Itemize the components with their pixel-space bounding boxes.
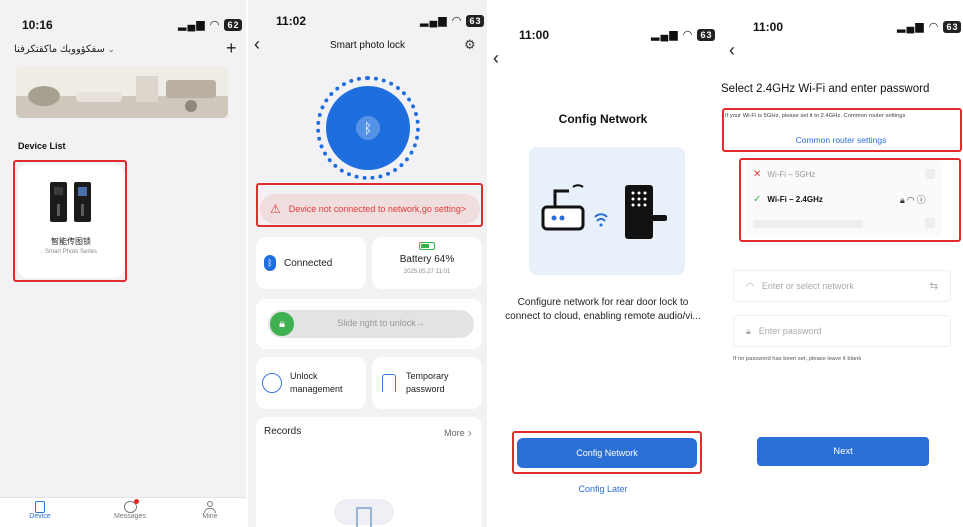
status-time: 11:02	[276, 14, 307, 28]
lock-icon: 🔒︎	[746, 325, 751, 336]
unlock-management-button[interactable]: Unlock management	[256, 357, 366, 409]
empty-records-illustration	[334, 499, 394, 527]
config-description: Configure network for rear door lock to …	[505, 297, 701, 322]
back-icon[interactable]: ‹	[493, 48, 499, 69]
banner-image	[16, 66, 228, 118]
battery-icon: 63	[697, 29, 716, 41]
signal-icon: ▂▄▆	[420, 15, 448, 27]
gear-icon[interactable]: ⚙	[464, 37, 476, 53]
bluetooth-button[interactable]: ᛒ	[326, 86, 410, 170]
wifi-select-screen: 11:00 ▂▄▆ ◠ 63 ‹ Select 2.4GHz Wi-Fi and…	[719, 0, 963, 527]
battery-date: 2025.05.27 11:01	[403, 269, 451, 275]
account-selector[interactable]: سفكۆووبك ماكقتكرفنا ⌄	[14, 44, 115, 55]
bluetooth-icon: ᛒ	[356, 116, 380, 140]
connection-status-tile: ᛒ Connected	[256, 237, 366, 289]
highlight-box	[256, 183, 483, 227]
tab-bar: Device Messages Mine	[0, 497, 246, 527]
highlight-box	[722, 108, 962, 152]
battery-icon: 63	[943, 21, 962, 33]
temp-label-line1: Temporary	[406, 371, 449, 381]
signal-icon: ▂▄▆	[178, 19, 206, 31]
records-title: Records	[264, 426, 302, 437]
home-banner	[16, 66, 228, 118]
chat-icon	[123, 499, 139, 513]
ssid-input[interactable]: ◠ Enter or select network ⇆	[733, 270, 951, 302]
config-later-link[interactable]: Config Later	[489, 484, 717, 494]
battery-level-icon	[419, 242, 435, 250]
swap-icon[interactable]: ⇆	[930, 281, 938, 292]
battery-label: Battery 64%	[399, 254, 455, 265]
page-heading: Select 2.4GHz Wi-Fi and enter password	[721, 83, 930, 95]
chevron-right-icon: ›	[467, 425, 472, 440]
battery-tile: Battery 64% 2025.05.27 11:01	[372, 237, 482, 289]
lock-detail-screen: 11:02 ▂▄▆ ◠ 63 ‹ Smart photo lock ⚙ ᛒ ⚠ …	[248, 0, 487, 527]
wifi-icon: ◠	[928, 21, 940, 33]
tab-mine[interactable]: Mine	[190, 501, 230, 520]
router-lock-illustration	[529, 147, 685, 275]
signal-icon: ▂▄▆	[897, 21, 925, 33]
device-icon	[35, 501, 45, 513]
highlight-box	[739, 158, 961, 242]
temp-label-line2: password	[406, 384, 445, 394]
unlock-label-line1: Unlock	[290, 371, 318, 381]
unlock-slider[interactable]: 🔒︎ Slide right to unlock→	[268, 310, 474, 338]
user-icon	[262, 373, 282, 393]
router-lock-icon	[541, 184, 667, 239]
wifi-icon: ◠	[682, 29, 694, 41]
next-button[interactable]: Next	[757, 437, 929, 466]
unlock-slider-tile: 🔒︎ Slide right to unlock→	[256, 299, 482, 349]
page-title: Smart photo lock	[329, 40, 406, 51]
highlight-box	[512, 431, 702, 474]
slide-hint: Slide right to unlock→	[337, 318, 425, 328]
records-more-link[interactable]: More ›	[444, 425, 472, 440]
status-time: 11:00	[753, 20, 784, 34]
section-title: Device List	[18, 141, 66, 151]
wifi-icon: ◠	[451, 15, 463, 27]
chevron-down-icon: ⌄	[107, 45, 115, 54]
tab-device[interactable]: Device	[20, 501, 60, 520]
battery-icon: 62	[224, 19, 243, 31]
key-wave-icon	[382, 374, 396, 392]
connection-status: Connected	[284, 257, 333, 269]
records-panel: Records More ›	[256, 417, 482, 527]
add-icon[interactable]: +	[226, 38, 237, 59]
account-name: سفكۆووبك ماكقتكرفنا	[14, 44, 105, 55]
unlock-label-line2: management	[290, 384, 343, 394]
wifi-icon: ◠	[746, 280, 754, 291]
password-input[interactable]: 🔒︎ Enter password	[733, 315, 951, 347]
status-icons: ▂▄▆ ◠ 63	[420, 14, 485, 27]
battery-icon: 63	[466, 15, 485, 27]
notification-dot	[133, 499, 139, 504]
status-icons: ▂▄▆ ◠ 62	[178, 18, 243, 31]
status-time: 10:16	[22, 18, 53, 32]
highlight-box	[13, 160, 127, 282]
page-title: Config Network	[558, 112, 648, 126]
back-icon[interactable]: ‹	[729, 40, 735, 61]
person-icon	[204, 501, 216, 513]
status-icons: ▂▄▆ ◠ 63	[651, 28, 716, 41]
signal-icon: ▂▄▆	[651, 29, 679, 41]
temporary-password-button[interactable]: Temporary password	[372, 357, 482, 409]
status-icons: ▂▄▆ ◠ 63	[897, 20, 962, 33]
bluetooth-icon: ᛒ	[264, 255, 276, 271]
status-time: 11:00	[519, 28, 550, 42]
device-list-screen: 10:16 ▂▄▆ ◠ 62 سفكۆووبك ماكقتكرفنا ⌄ + D…	[0, 0, 246, 527]
tab-messages[interactable]: Messages	[110, 499, 150, 520]
wifi-icon: ◠	[209, 19, 221, 31]
config-network-screen: 11:00 ▂▄▆ ◠ 63 ‹ Config Network Configur…	[489, 0, 717, 527]
password-hint: If no password has been set, please leav…	[733, 356, 862, 362]
